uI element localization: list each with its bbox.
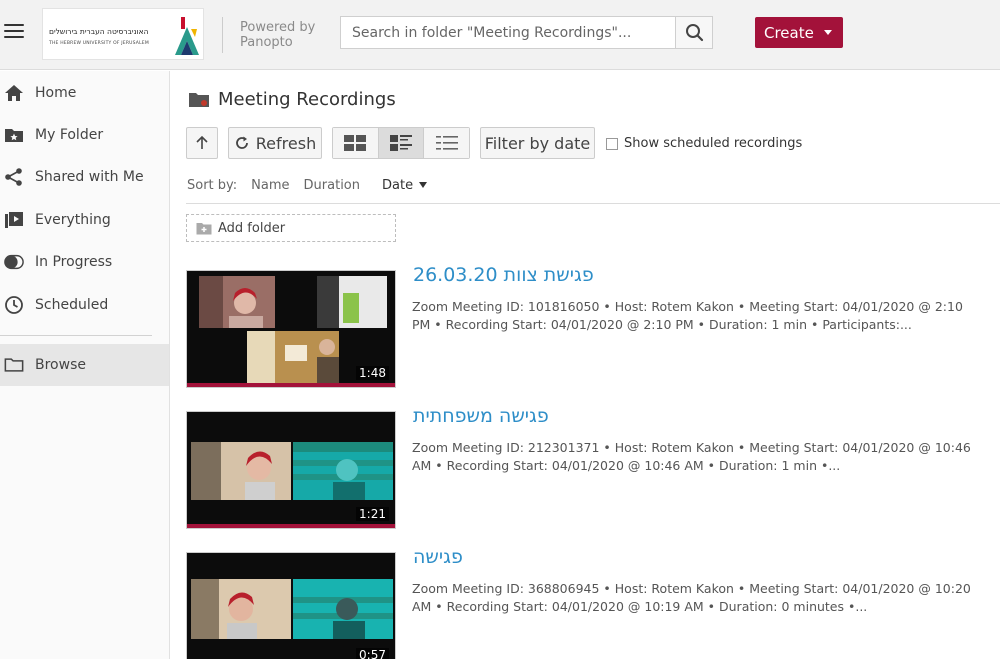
caret-down-icon — [824, 30, 832, 35]
show-scheduled-option[interactable]: Show scheduled recordings — [606, 136, 802, 151]
sort-date-label: Date — [382, 178, 414, 193]
session-description: Zoom Meeting ID: 212301371 • Host: Rotem… — [412, 440, 971, 473]
powered-by-text: Powered by Panopto — [240, 20, 315, 50]
session-thumbnail[interactable]: 1:48 — [186, 270, 396, 388]
session-row: 0:57 פגישה Zoom Meeting ID: 368806945 • … — [186, 546, 1000, 659]
list-view-icon — [435, 136, 458, 150]
add-folder-icon — [196, 222, 212, 234]
sidebar-item-everything[interactable]: Everything — [0, 199, 169, 241]
sidebar-item-label: In Progress — [35, 254, 113, 270]
session-row: 1:21 פגישה משפחתית Zoom Meeting ID: 2123… — [186, 405, 1000, 536]
university-logo[interactable]: האוניברסיטה העברית בירושלים THE HEBREW U… — [42, 8, 204, 60]
sidebar-item-label: My Folder — [35, 127, 104, 143]
create-button[interactable]: Create — [755, 17, 843, 48]
header-divider — [222, 17, 223, 53]
logo-text-english: THE HEBREW UNIVERSITY OF JERUSALEM — [49, 41, 149, 46]
search-box — [340, 16, 713, 49]
caret-down-icon — [419, 182, 428, 188]
view-details-button[interactable] — [378, 128, 425, 158]
detail-view-icon — [390, 135, 412, 151]
session-thumbnail[interactable]: 1:21 — [186, 411, 396, 529]
top-header: האוניברסיטה העברית בירושלים THE HEBREW U… — [0, 0, 1000, 70]
sidebar-item-browse[interactable]: Browse — [0, 344, 169, 386]
toggle-icon — [4, 252, 24, 272]
view-mode-group — [332, 127, 470, 159]
show-scheduled-checkbox[interactable] — [606, 137, 618, 150]
refresh-icon — [235, 136, 248, 149]
video-library-icon — [4, 210, 24, 230]
sort-by-duration[interactable]: Duration — [304, 178, 360, 193]
folder-outline-icon — [4, 355, 24, 375]
duration-badge: 1:48 — [356, 366, 389, 380]
page-title: Meeting Recordings — [188, 89, 396, 110]
logo-mark-icon — [175, 17, 199, 55]
session-description: Zoom Meeting ID: 368806945 • Host: Rotem… — [412, 581, 971, 614]
filter-label: Filter by date — [484, 133, 591, 153]
share-icon — [4, 167, 24, 187]
refresh-button[interactable]: Refresh — [228, 127, 322, 159]
sidebar-item-label: Everything — [35, 212, 111, 228]
sort-bar: Sort by: Name Duration Date — [187, 178, 455, 193]
sidebar-item-label: Home — [35, 85, 77, 101]
up-folder-button[interactable] — [186, 127, 218, 159]
session-title-link[interactable]: פגישה משפחתית — [413, 405, 549, 427]
sidebar: Home My Folder Shared with Me Everything… — [0, 71, 170, 659]
session-title-link[interactable]: פגישה — [413, 546, 463, 568]
search-button[interactable] — [675, 17, 712, 48]
add-folder-button[interactable]: Add folder — [186, 214, 396, 242]
sidebar-item-scheduled[interactable]: Scheduled — [0, 284, 169, 326]
folder-icon — [189, 92, 209, 107]
powered-line-2: Panopto — [240, 35, 293, 50]
sidebar-item-shared-with-me[interactable]: Shared with Me — [0, 156, 169, 198]
grid-view-icon — [344, 135, 367, 151]
sidebar-item-my-folder[interactable]: My Folder — [0, 114, 169, 156]
session-row: 1:48 פגישת צוות 26.03.20 Zoom Meeting ID… — [186, 264, 1000, 395]
show-scheduled-label: Show scheduled recordings — [624, 136, 803, 151]
folder-star-icon — [4, 125, 24, 145]
sidebar-item-in-progress[interactable]: In Progress — [0, 241, 169, 283]
view-list-button[interactable] — [424, 128, 470, 158]
menu-icon[interactable] — [4, 24, 24, 42]
home-icon — [4, 83, 24, 103]
session-title-link[interactable]: פגישת צוות 26.03.20 — [413, 264, 594, 286]
sidebar-item-label: Shared with Me — [35, 169, 144, 185]
refresh-label: Refresh — [255, 133, 317, 153]
progress-bar — [187, 383, 395, 387]
search-input[interactable] — [341, 17, 675, 48]
powered-line-1: Powered by — [240, 20, 316, 35]
clock-icon — [4, 295, 24, 315]
add-folder-label: Add folder — [218, 220, 286, 236]
session-thumbnail[interactable]: 0:57 — [186, 552, 396, 659]
arrow-up-icon — [196, 135, 208, 149]
page-title-text: Meeting Recordings — [218, 89, 396, 110]
sidebar-item-home[interactable]: Home — [0, 72, 169, 114]
sidebar-item-label: Scheduled — [35, 297, 109, 313]
sidebar-item-label: Browse — [35, 357, 86, 373]
session-description: Zoom Meeting ID: 101816050 • Host: Rotem… — [412, 299, 963, 332]
duration-badge: 1:21 — [356, 507, 389, 521]
divider — [186, 203, 1000, 204]
search-icon — [686, 24, 704, 42]
progress-bar — [187, 524, 395, 528]
sidebar-divider — [0, 335, 152, 336]
sort-by-name[interactable]: Name — [251, 178, 289, 193]
video-preview-image — [187, 553, 395, 659]
sort-by-date[interactable]: Date — [382, 178, 441, 193]
filter-by-date-button[interactable]: Filter by date — [480, 127, 595, 159]
sort-label: Sort by: — [187, 178, 238, 193]
logo-text-hebrew: האוניברסיטה העברית בירושלים — [49, 27, 149, 36]
duration-badge: 0:57 — [356, 648, 389, 659]
create-label: Create — [764, 23, 814, 42]
view-tiles-button[interactable] — [333, 128, 379, 158]
